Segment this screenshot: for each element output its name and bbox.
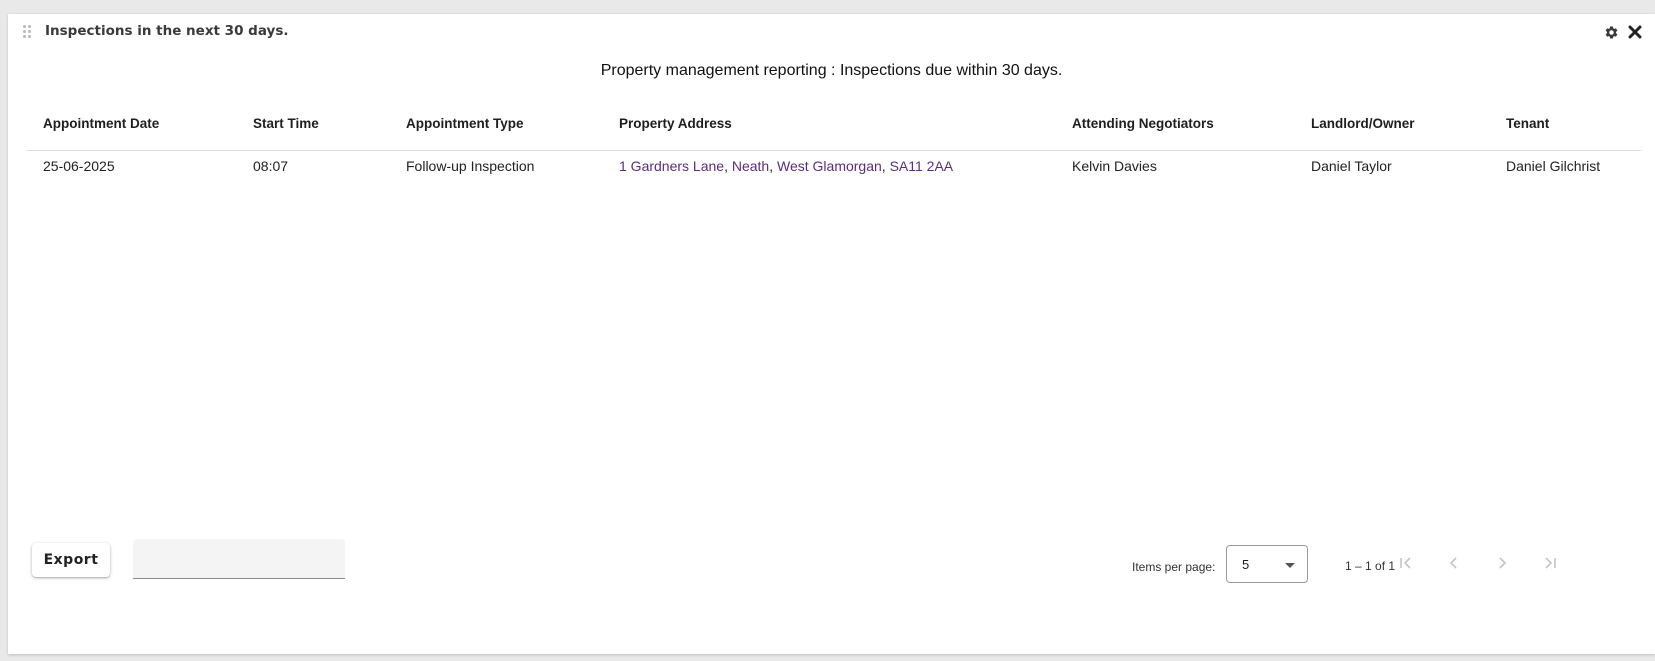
items-per-page-label: Items per page: bbox=[1132, 560, 1216, 574]
column-header-appointment-type[interactable]: Appointment Type bbox=[390, 96, 603, 151]
first-page-icon[interactable] bbox=[1394, 551, 1418, 575]
column-header-tenant[interactable]: Tenant bbox=[1490, 96, 1641, 151]
column-header-appointment-date[interactable]: Appointment Date bbox=[27, 96, 237, 151]
column-header-attending-negotiators[interactable]: Attending Negotiators bbox=[1056, 96, 1295, 151]
dropdown-arrow-icon bbox=[1285, 563, 1295, 568]
page-range-label: 1 – 1 of 1 bbox=[1345, 559, 1396, 573]
table-row: 25-06-2025 08:07 Follow-up Inspection 1 … bbox=[27, 151, 1641, 182]
cell-landlord: Daniel Taylor bbox=[1311, 158, 1392, 174]
next-page-icon[interactable] bbox=[1490, 551, 1514, 575]
column-header-landlord-owner[interactable]: Landlord/Owner bbox=[1295, 96, 1490, 151]
table-header-row: Appointment Date Start Time Appointment … bbox=[27, 96, 1641, 151]
cell-attending-negotiators: Kelvin Davies bbox=[1072, 158, 1157, 174]
last-page-icon[interactable] bbox=[1538, 551, 1562, 575]
prev-page-icon[interactable] bbox=[1442, 551, 1466, 575]
column-header-property-address[interactable]: Property Address bbox=[603, 96, 1056, 151]
widget-header: Inspections in the next 30 days. bbox=[8, 14, 1655, 50]
close-icon[interactable] bbox=[1626, 23, 1644, 41]
items-per-page-value: 5 bbox=[1242, 557, 1250, 572]
cell-appointment-type: Follow-up Inspection bbox=[406, 158, 535, 174]
drag-handle-icon[interactable] bbox=[23, 25, 33, 39]
address-link-town[interactable]: Neath bbox=[732, 158, 769, 174]
inspections-table: Appointment Date Start Time Appointment … bbox=[27, 96, 1641, 181]
export-button[interactable]: Export bbox=[32, 543, 110, 577]
gear-icon[interactable] bbox=[1602, 23, 1620, 41]
address-link-county[interactable]: West Glamorgan bbox=[777, 158, 882, 174]
cell-start-time: 08:07 bbox=[253, 158, 289, 174]
address-link-postcode[interactable]: SA11 2AA bbox=[890, 158, 954, 174]
report-title: Property management reporting : Inspecti… bbox=[600, 62, 1063, 79]
cell-appointment-date: 25-06-2025 bbox=[43, 158, 115, 174]
column-header-start-time[interactable]: Start Time bbox=[237, 96, 390, 151]
widget-title: Inspections in the next 30 days. bbox=[45, 23, 289, 39]
cell-property-address: 1 Gardners Lane, Neath, West Glamorgan, … bbox=[619, 158, 954, 174]
report-widget: Inspections in the next 30 days. Propert… bbox=[8, 14, 1655, 654]
table-footer: Export Items per page: 5 1 – 1 of 1 bbox=[8, 539, 1655, 599]
items-per-page-select[interactable]: 5 bbox=[1226, 545, 1308, 583]
address-link-street[interactable]: 1 Gardners Lane bbox=[619, 158, 724, 174]
cell-tenant: Daniel Gilchrist bbox=[1506, 158, 1601, 174]
filter-input[interactable] bbox=[133, 539, 345, 579]
